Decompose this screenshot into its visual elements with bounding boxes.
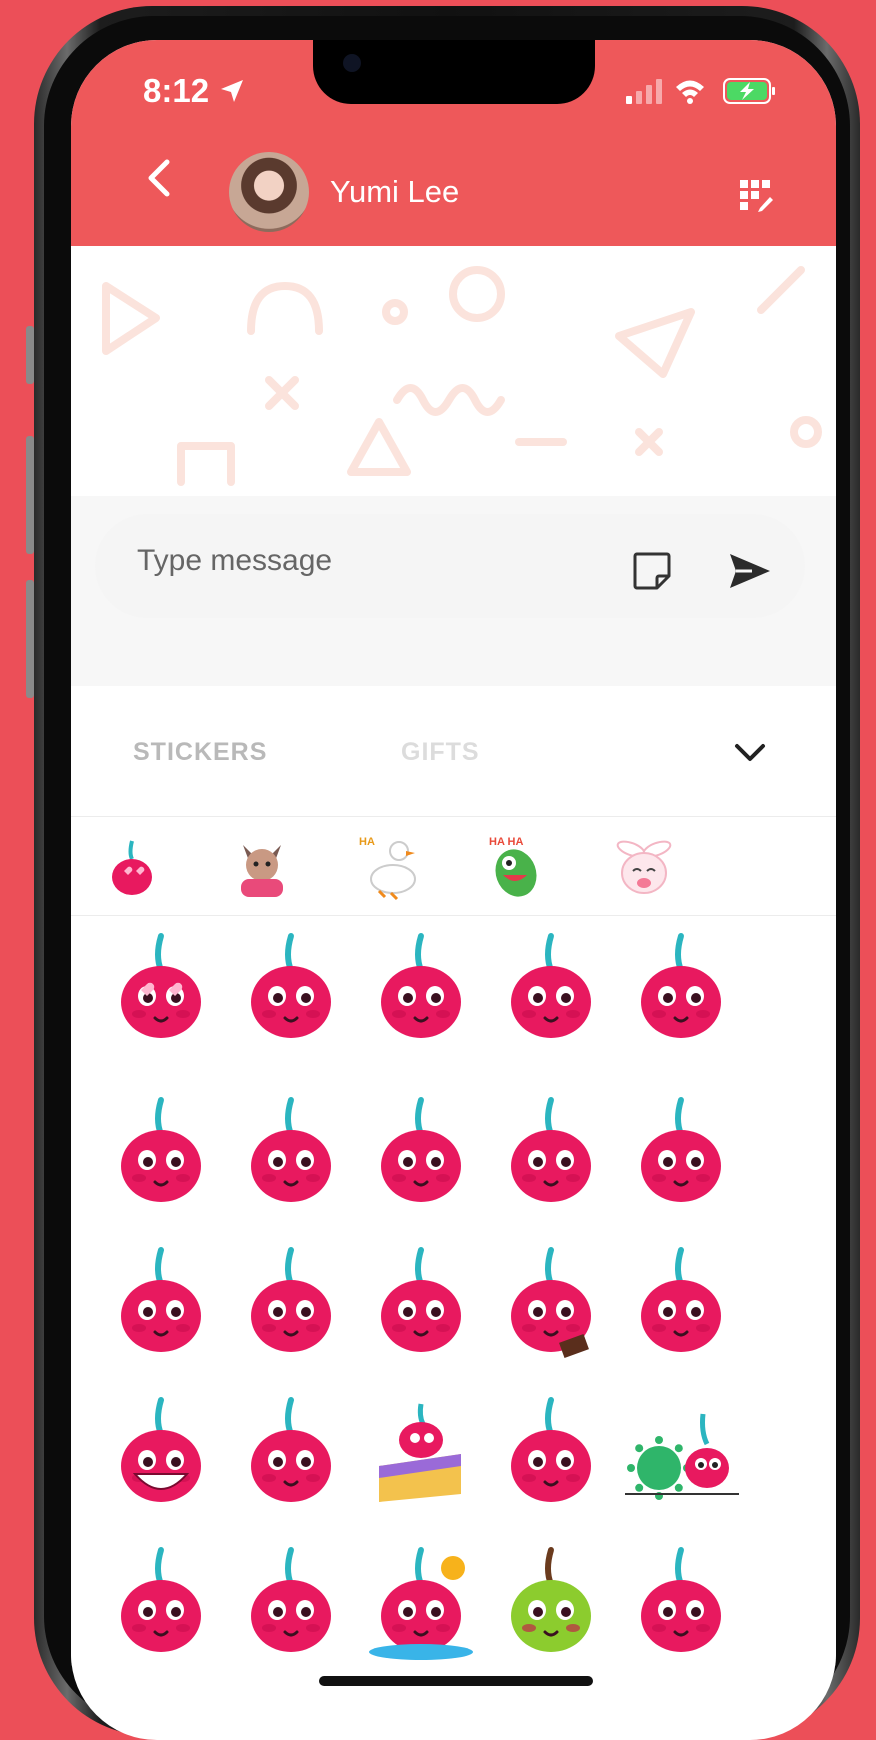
signal-icon [626,79,662,104]
sticker-cake[interactable] [361,1394,481,1514]
send-icon[interactable] [728,551,772,591]
chat-area [71,246,836,686]
status-time: 8:12 [143,72,246,110]
sticker-big-grin[interactable] [101,1394,221,1514]
sticker-tabs: STICKERS GIFTS [71,686,836,817]
cherry-pack-icon[interactable] [99,831,165,901]
sticker-pack-bar: HA HA HA [71,817,836,916]
sticker-dancing[interactable] [491,930,611,1050]
sticker-unamused[interactable] [621,1244,741,1364]
side-button [26,326,34,384]
sticker-sad[interactable] [621,1544,741,1664]
sticker-note-icon[interactable] [631,550,673,592]
status-time-label: 8:12 [143,72,210,109]
cat-pack-icon[interactable] [229,831,295,901]
sticker-pleading[interactable] [101,1244,221,1364]
app-screen: 8:12 Yumi Lee Type message STICKERS GIFT… [71,40,836,1740]
sticker-smiling[interactable] [101,1544,221,1664]
sticker-blushing[interactable] [361,930,481,1050]
sticker-cheeky[interactable] [231,1394,351,1514]
green-creature-pack-icon[interactable]: HA HA [483,831,549,901]
sticker-confused[interactable] [231,1544,351,1664]
background-doodles [71,266,836,686]
tab-stickers[interactable]: STICKERS [133,738,267,767]
chevron-down-icon[interactable] [733,738,767,768]
contact-name[interactable]: Yumi Lee [330,174,459,210]
contact-avatar[interactable] [229,152,309,232]
sticker-dashing[interactable] [231,930,351,1050]
svg-text:HA: HA [359,836,375,848]
message-input[interactable]: Type message [137,544,332,578]
duck-pack-icon[interactable]: HA [357,831,423,901]
sticker-kissing[interactable] [101,1094,221,1214]
bunny-pack-icon[interactable] [611,831,677,901]
sticker-eating-chocolate[interactable] [491,1244,611,1364]
sticker-hugging[interactable] [491,1094,611,1214]
status-icons [626,78,775,104]
sticker-grid [71,916,836,1666]
sticker-virus[interactable] [621,1394,741,1514]
tab-gifts[interactable]: GIFTS [401,738,480,767]
sticker-heart-eyes[interactable] [101,930,221,1050]
chat-header: 8:12 Yumi Lee [71,40,836,246]
sticker-thumbs-up[interactable] [361,1094,481,1214]
home-indicator [319,1676,593,1686]
sticker-whistling[interactable] [231,1244,351,1364]
sticker-sweating[interactable] [231,1094,351,1214]
back-chevron-icon[interactable] [141,158,181,198]
sticker-sleeping[interactable] [621,1094,741,1214]
sticker-shocked[interactable] [361,1244,481,1364]
sticker-crying[interactable] [491,1394,611,1514]
volume-down-button [26,580,34,698]
sticker-melting[interactable] [361,1544,481,1664]
sticker-nooo-squashed[interactable] [621,930,741,1050]
volume-up-button [26,436,34,554]
wifi-icon [676,80,704,104]
battery-icon [723,78,775,104]
location-arrow-icon [221,80,244,102]
sticker-green-pear[interactable] [491,1544,611,1664]
grid-edit-icon[interactable] [738,178,774,214]
svg-text:HA HA: HA HA [489,836,523,848]
notch [313,40,595,104]
